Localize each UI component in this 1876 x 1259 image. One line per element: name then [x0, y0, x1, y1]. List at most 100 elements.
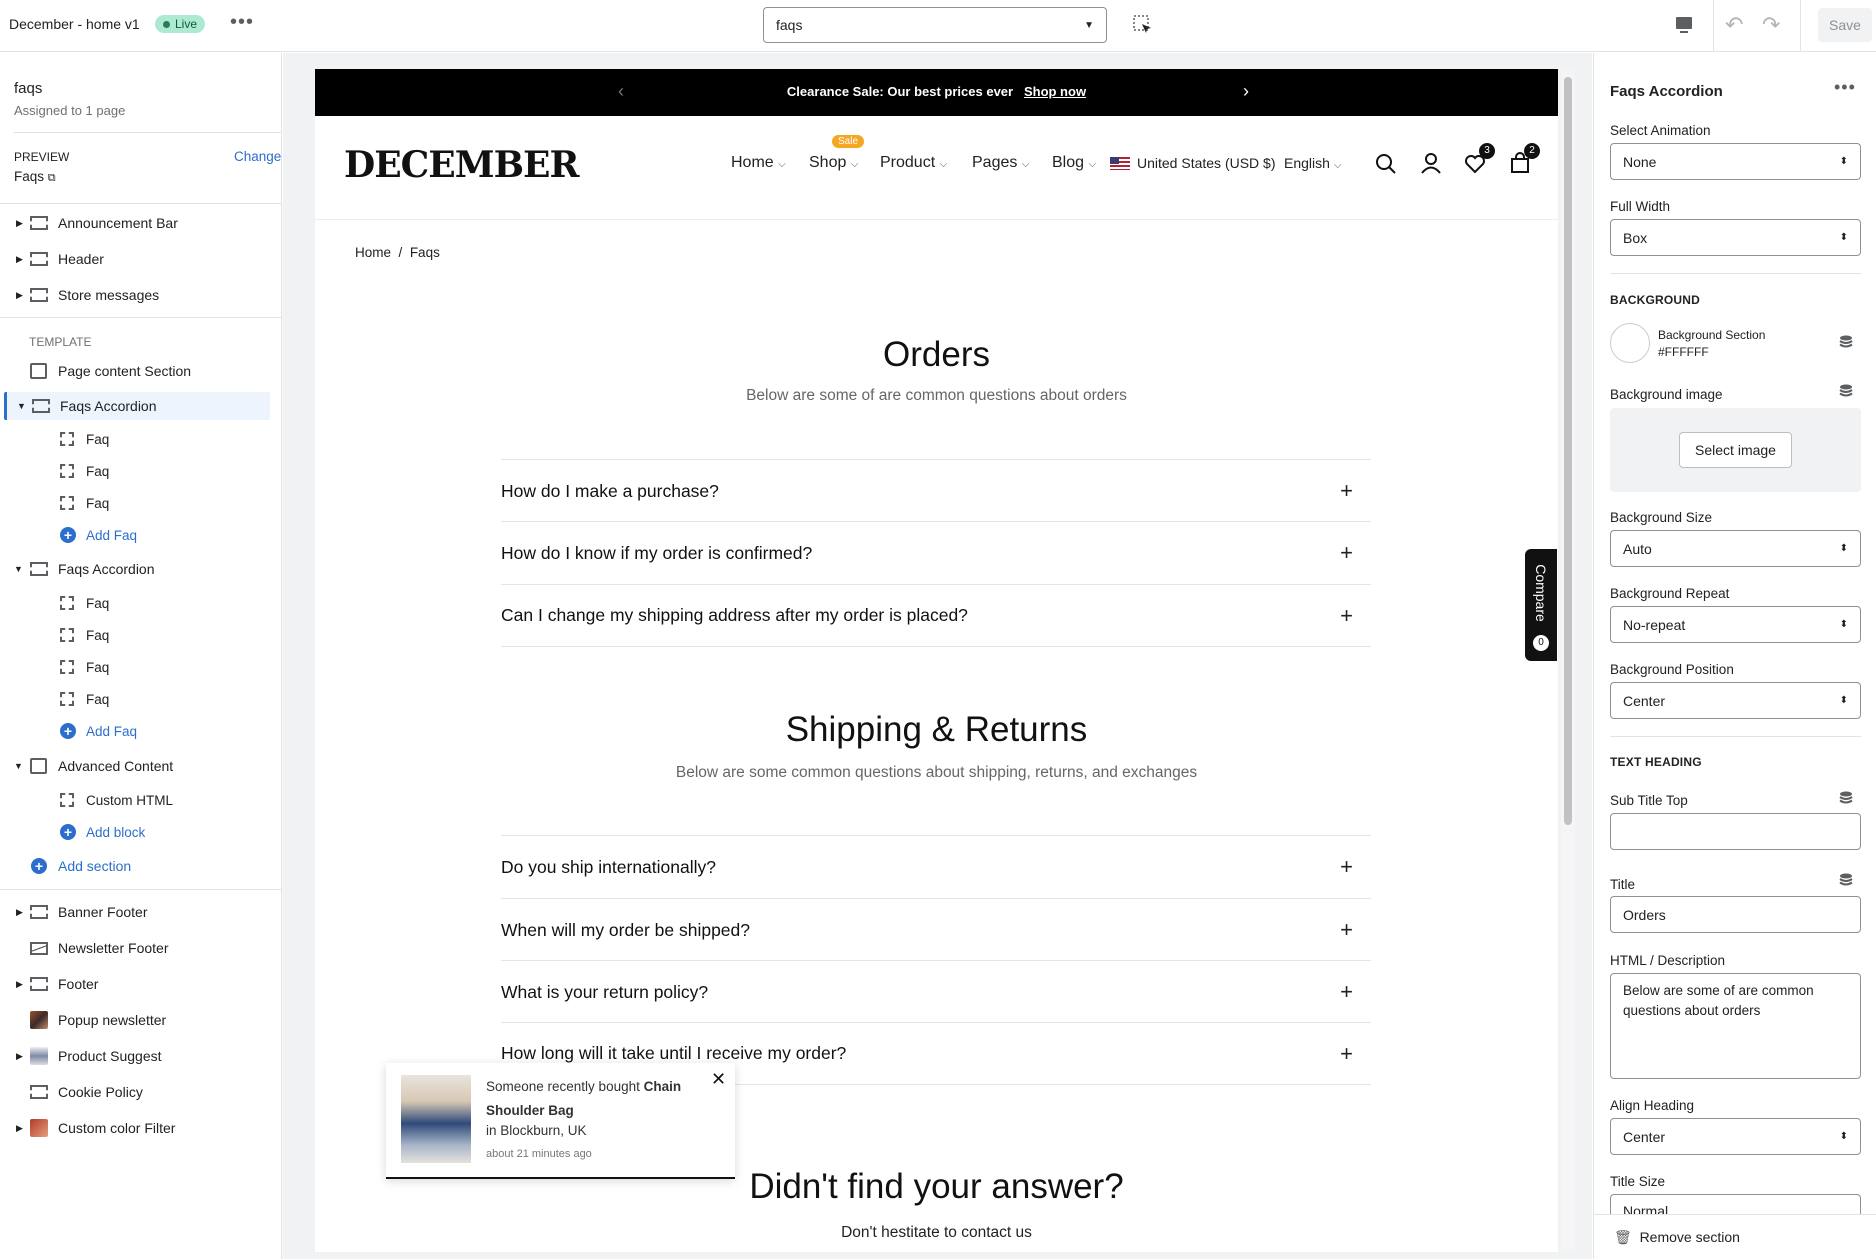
close-icon[interactable]: ✕	[711, 1069, 726, 1090]
section-faqs-accordion[interactable]: ▼ Faqs Accordion	[0, 555, 270, 583]
color-swatch[interactable]	[1610, 323, 1650, 363]
expand-arrow-icon[interactable]: ▶	[16, 907, 26, 918]
language-selector[interactable]: English ⌵	[1284, 155, 1341, 171]
select-value: Center	[1623, 692, 1666, 709]
inspector-icon[interactable]	[1133, 15, 1153, 35]
block-faq[interactable]: Faq	[0, 653, 270, 681]
dynamic-source-icon[interactable]	[1839, 873, 1853, 887]
section-icon	[30, 288, 48, 302]
template-select[interactable]: faqs ▼	[763, 7, 1107, 43]
block-faq[interactable]: Faq	[0, 589, 270, 617]
breadcrumb-home[interactable]: Home	[355, 245, 391, 260]
popup-location: in Blockburn, UK	[486, 1123, 587, 1138]
account-icon[interactable]	[1420, 152, 1442, 174]
section-footer[interactable]: ▶ Footer	[0, 970, 270, 998]
preview-value[interactable]: Faqs ⧉	[14, 169, 56, 185]
section-store-messages[interactable]: ▶ Store messages	[0, 281, 270, 309]
compare-tab[interactable]: Compare 0	[1525, 549, 1557, 661]
add-faq-label: Add Faq	[86, 723, 138, 739]
nav-blog[interactable]: Blog ⌵	[1052, 154, 1096, 172]
dynamic-source-icon[interactable]	[1839, 335, 1853, 349]
align-heading-select[interactable]: Center ⬍	[1610, 1118, 1861, 1155]
remove-section-button[interactable]: 🗑 Remove section	[1614, 1229, 1740, 1246]
bg-repeat-label: Background Repeat	[1610, 586, 1730, 601]
faq-item[interactable]: Do you ship internationally? +	[501, 835, 1371, 898]
faq-item[interactable]: What is your return policy? +	[501, 960, 1371, 1023]
add-faq-button[interactable]: + Add Faq	[0, 717, 270, 745]
title-size-select[interactable]: Normal	[1610, 1194, 1861, 1214]
dynamic-source-icon[interactable]	[1839, 384, 1853, 398]
expand-arrow-icon[interactable]: ▶	[16, 218, 26, 229]
block-faq[interactable]: Faq	[0, 457, 270, 485]
section-cookie-policy[interactable]: Cookie Policy	[0, 1078, 270, 1106]
block-faq[interactable]: Faq	[0, 621, 270, 649]
section-header[interactable]: ▶ Header	[0, 245, 270, 273]
currency-selector[interactable]: United States (USD $)	[1137, 155, 1276, 171]
undo-icon[interactable]: ↶	[1725, 12, 1743, 38]
bg-size-label: Background Size	[1610, 510, 1713, 525]
title-input[interactable]	[1610, 896, 1861, 933]
section-banner-footer[interactable]: ▶ Banner Footer	[0, 898, 270, 926]
add-section-button[interactable]: + Add section	[0, 852, 270, 880]
section-page-content[interactable]: Page content Section	[0, 357, 270, 385]
section-product-suggest[interactable]: ▶ Product Suggest	[0, 1042, 270, 1070]
select-image-button[interactable]: Select image	[1679, 432, 1792, 468]
add-faq-button[interactable]: + Add Faq	[0, 521, 270, 549]
expand-arrow-icon[interactable]: ▶	[16, 1051, 26, 1062]
section-custom-color-filter[interactable]: ▶ Custom color Filter	[0, 1114, 270, 1142]
faq-item[interactable]: How do I make a purchase? +	[501, 459, 1371, 522]
faq-item[interactable]: When will my order be shipped? +	[501, 898, 1371, 961]
section-faqs-accordion-selected[interactable]: ▼ Faqs Accordion	[4, 392, 270, 420]
breadcrumb-separator: /	[398, 245, 403, 260]
nav-product[interactable]: Product ⌵	[880, 154, 947, 172]
bg-repeat-select[interactable]: No-repeat ⬍	[1610, 606, 1861, 643]
add-icon: +	[60, 723, 76, 739]
shop-now-link[interactable]: Shop now	[1024, 84, 1086, 99]
scrollbar-thumb[interactable]	[1564, 77, 1572, 825]
block-label: Faq	[86, 431, 110, 447]
expand-arrow-icon[interactable]: ▶	[16, 1123, 26, 1134]
sub-title-input[interactable]	[1610, 813, 1861, 850]
redo-icon[interactable]: ↷	[1762, 12, 1780, 38]
add-block-button[interactable]: + Add block	[0, 818, 270, 846]
html-description-textarea[interactable]: Below are some of are common questions a…	[1610, 973, 1861, 1079]
block-faq[interactable]: Faq	[0, 489, 270, 517]
full-width-select[interactable]: Box ⬍	[1610, 219, 1861, 256]
bg-size-select[interactable]: Auto ⬍	[1610, 530, 1861, 567]
recent-purchase-popup: Someone recently bought Chain Shoulder B…	[386, 1063, 735, 1179]
section-advanced-content[interactable]: ▼ Advanced Content	[0, 752, 270, 780]
search-icon[interactable]	[1375, 153, 1397, 175]
faq-item[interactable]: How do I know if my order is confirmed? +	[501, 521, 1371, 584]
nav-pages[interactable]: Pages ⌵	[972, 154, 1029, 172]
section-announcement-bar[interactable]: ▶ Announcement Bar	[0, 209, 270, 237]
next-arrow-icon[interactable]: ›	[1243, 81, 1249, 102]
nav-home[interactable]: Home ⌵	[731, 154, 786, 172]
product-thumbnail-icon	[30, 1047, 48, 1065]
change-link[interactable]: Change	[234, 149, 281, 164]
faq-item[interactable]: Can I change my shipping address after m…	[501, 584, 1371, 647]
flag-canton	[1110, 157, 1119, 164]
expand-arrow-icon[interactable]: ▶	[16, 979, 26, 990]
save-button[interactable]: Save	[1818, 8, 1872, 42]
store-logo[interactable]: DECEMBER	[344, 144, 579, 186]
preview-scrollbar[interactable]	[1561, 69, 1575, 1252]
expand-arrow-icon[interactable]: ▶	[16, 254, 26, 265]
product-image[interactable]	[401, 1075, 471, 1163]
desktop-icon[interactable]	[1674, 15, 1694, 35]
block-faq[interactable]: Faq	[0, 425, 270, 453]
collapse-arrow-icon[interactable]: ▼	[17, 401, 27, 411]
plus-icon: +	[1340, 917, 1353, 942]
collapse-arrow-icon[interactable]: ▼	[14, 564, 24, 574]
section-popup-newsletter[interactable]: Popup newsletter	[0, 1006, 270, 1034]
collapse-arrow-icon[interactable]: ▼	[14, 761, 24, 771]
block-custom-html[interactable]: Custom HTML	[0, 786, 270, 814]
select-animation-select[interactable]: None ⬍	[1610, 143, 1861, 180]
block-faq[interactable]: Faq	[0, 685, 270, 713]
more-actions-icon[interactable]: •••	[230, 11, 254, 34]
expand-arrow-icon[interactable]: ▶	[16, 290, 26, 301]
more-actions-icon[interactable]: •••	[1834, 77, 1856, 98]
section-newsletter-footer[interactable]: Newsletter Footer	[0, 934, 270, 962]
nav-shop[interactable]: Shop ⌵	[809, 154, 858, 172]
dynamic-source-icon[interactable]	[1839, 791, 1853, 805]
bg-position-select[interactable]: Center ⬍	[1610, 682, 1861, 719]
